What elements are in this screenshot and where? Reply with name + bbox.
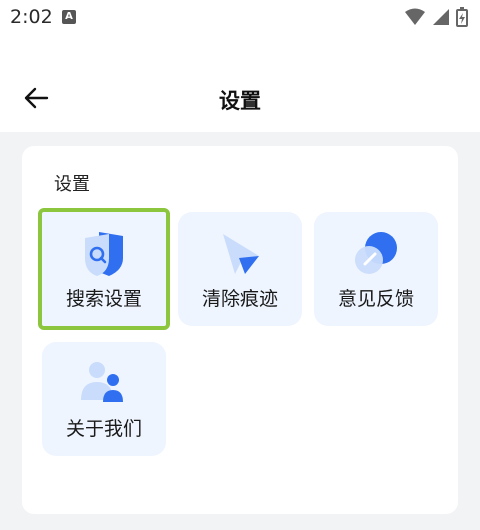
tile-label: 关于我们 [65,418,142,440]
wifi-icon [405,8,425,25]
settings-card: 设置 搜索设置 清除痕迹 意见反馈 关于我们 [22,146,458,514]
tile-label: 搜索设置 [65,288,142,310]
status-bar: 2:02 A [0,0,480,34]
feedback-pen-icon [355,232,397,274]
page-title: 设置 [219,89,261,113]
status-time: 2:02 [10,6,53,28]
people-icon [81,362,123,402]
battery-icon [456,7,468,27]
status-icons [404,7,468,27]
section-title: 设置 [54,174,90,195]
tile-label: 清除痕迹 [201,288,278,310]
cursor-arrow-icon [223,234,259,274]
notification-icon: A [62,10,76,24]
tile-search-settings[interactable]: 搜索设置 [38,208,170,330]
app-header: 设置 [0,34,480,132]
tile-label: 意见反馈 [337,288,414,310]
tile-clear-traces[interactable]: 清除痕迹 [178,212,302,326]
tile-feedback[interactable]: 意见反馈 [314,212,438,326]
search-shield-icon [85,232,123,276]
tile-about-us[interactable]: 关于我们 [42,342,166,456]
cell-signal-icon [433,9,449,25]
